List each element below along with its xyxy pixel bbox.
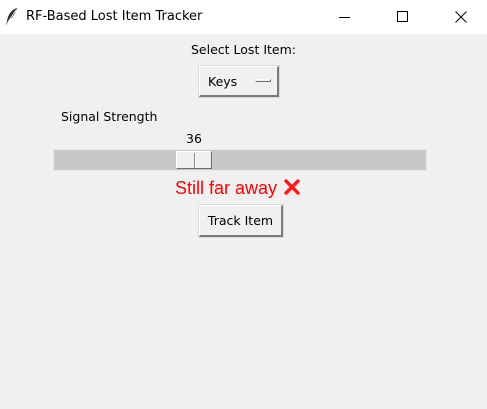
title-bar[interactable]: RF-Based Lost Item Tracker — [0, 0, 487, 34]
selected-item-value: Keys — [208, 74, 238, 89]
slider-groove — [193, 153, 196, 168]
maximize-icon — [397, 11, 408, 22]
close-icon — [455, 11, 467, 23]
scale-slider-handle[interactable] — [175, 151, 212, 169]
status-message: Still far away — [0, 178, 476, 201]
option-menu-indicator-icon — [255, 79, 271, 82]
select-item-label: Select Lost Item: — [191, 42, 296, 57]
item-option-menu[interactable]: Keys — [199, 66, 279, 97]
window-title: RF-Based Lost Item Tracker — [26, 9, 203, 24]
minimize-button[interactable] — [322, 0, 368, 34]
signal-strength-label: Signal Strength — [61, 109, 158, 124]
cross-mark-icon — [283, 178, 301, 201]
status-text: Still far away — [174, 178, 278, 198]
signal-value-readout: 36 — [186, 131, 202, 146]
minimize-icon — [339, 17, 350, 18]
track-item-button[interactable]: Track Item — [199, 205, 283, 237]
signal-strength-scale[interactable] — [53, 149, 427, 171]
maximize-button[interactable] — [380, 0, 426, 34]
close-button[interactable] — [438, 0, 484, 34]
app-window: RF-Based Lost Item Tracker Select Lost I… — [0, 0, 487, 409]
feather-icon — [5, 7, 19, 27]
